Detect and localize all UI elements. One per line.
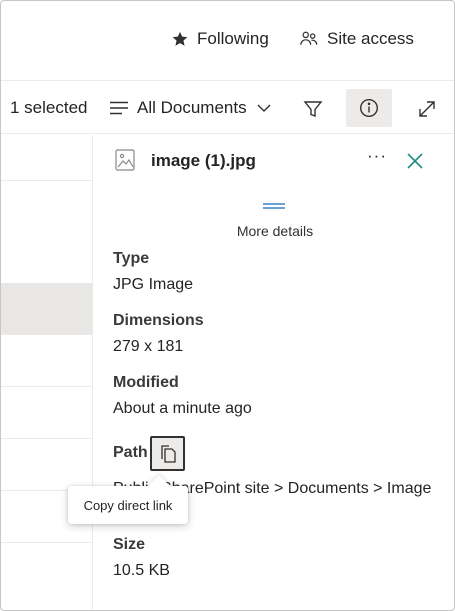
close-pane-button[interactable] bbox=[405, 151, 425, 171]
dimensions-label: Dimensions bbox=[113, 312, 204, 329]
list-row[interactable] bbox=[1, 335, 93, 387]
app-frame: Following Site access 1 selected All Doc… bbox=[0, 0, 455, 611]
list-row[interactable] bbox=[1, 439, 93, 491]
filter-icon bbox=[303, 101, 323, 118]
info-icon bbox=[359, 98, 379, 118]
site-access-label: Site access bbox=[327, 29, 414, 48]
image-file-icon bbox=[115, 149, 135, 171]
star-icon bbox=[172, 31, 188, 46]
view-selector[interactable]: All Documents bbox=[110, 96, 271, 120]
site-header: Following Site access bbox=[1, 1, 454, 81]
modified-value: About a minute ago bbox=[113, 400, 252, 417]
type-label: Type bbox=[113, 250, 150, 267]
file-name: image (1).jpg bbox=[151, 151, 256, 170]
site-access-button[interactable]: Site access bbox=[299, 27, 414, 51]
expand-button[interactable] bbox=[413, 95, 441, 123]
close-icon bbox=[407, 153, 423, 169]
list-row[interactable] bbox=[1, 387, 93, 439]
size-label: Size bbox=[113, 536, 146, 553]
details-pane: image (1).jpg ··· More details Type JPG … bbox=[94, 135, 454, 610]
document-list bbox=[1, 135, 93, 610]
expand-icon bbox=[419, 101, 435, 117]
command-bar: 1 selected All Documents bbox=[1, 82, 454, 134]
dimensions-value: 279 x 181 bbox=[113, 338, 184, 355]
modified-label: Modified bbox=[113, 374, 179, 391]
list-view-icon bbox=[110, 101, 128, 115]
chevron-down-icon bbox=[257, 104, 271, 112]
list-row[interactable] bbox=[1, 135, 93, 181]
drag-handle-icon[interactable] bbox=[262, 202, 286, 210]
list-row-selected[interactable] bbox=[1, 283, 93, 335]
copy-link-button[interactable] bbox=[150, 436, 185, 471]
size-value: 10.5 KB bbox=[113, 562, 170, 579]
following-label: Following bbox=[197, 29, 269, 48]
view-label: All Documents bbox=[137, 98, 247, 117]
path-label: Path bbox=[113, 444, 148, 461]
more-details-label[interactable]: More details bbox=[94, 223, 454, 239]
selection-count: 1 selected bbox=[10, 98, 88, 117]
more-options-button[interactable]: ··· bbox=[365, 146, 389, 165]
copy-icon bbox=[160, 444, 176, 463]
type-value: JPG Image bbox=[113, 276, 194, 293]
copy-link-tooltip: Copy direct link bbox=[68, 486, 188, 524]
people-icon bbox=[300, 31, 318, 45]
info-pane-button[interactable] bbox=[346, 89, 392, 127]
filter-button[interactable] bbox=[299, 95, 327, 123]
following-button[interactable]: Following bbox=[171, 27, 269, 51]
